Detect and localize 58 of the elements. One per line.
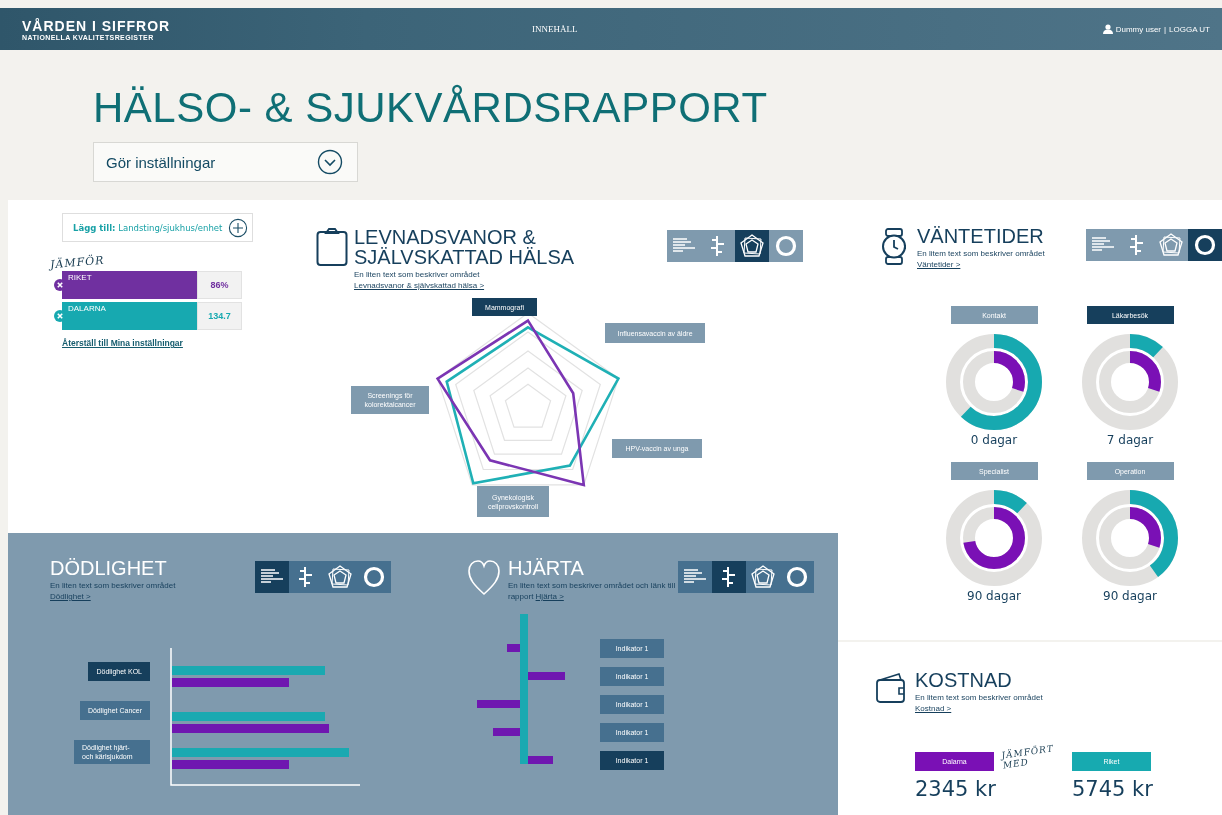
bar <box>493 728 520 736</box>
report-link[interactable]: Dödlighet > <box>50 592 91 601</box>
clipboard-icon <box>316 227 348 267</box>
cost-value: 2345 kr <box>915 777 996 801</box>
bar <box>528 672 565 680</box>
view-toggle-button[interactable] <box>1188 229 1222 261</box>
radar-chart-icon <box>1158 232 1184 258</box>
section-title: DÖDLIGHET <box>50 558 168 578</box>
bar <box>507 644 520 652</box>
comparison-name: DALARNA <box>68 304 106 313</box>
user-name: Dummy user <box>1115 24 1161 34</box>
radar-chart-icon <box>750 564 776 590</box>
page-title: HÄLSO- & SJUKVÅRDSRAPPORT <box>93 86 769 130</box>
radar-chart-icon <box>739 233 765 259</box>
settings-dropdown[interactable]: Gör inställningar <box>93 142 358 182</box>
section-description: En litem text som beskriver området Väntetider > <box>917 248 1046 270</box>
report-link[interactable]: Kostnad > <box>915 704 952 713</box>
cost-value: 5745 kr <box>1071 777 1153 801</box>
logout-link[interactable]: LOGGA UT <box>1169 24 1210 34</box>
section-description: En liten text som beskriver området Dödlighet > <box>50 580 177 602</box>
donut-chart-icon <box>784 564 810 590</box>
plus-icon <box>228 217 249 238</box>
wait-time-value: 90 dagar <box>1103 588 1157 604</box>
section-description: En litem text som beskriver området Kostnad > <box>915 692 1044 714</box>
report-link[interactable]: Hjärta > <box>535 592 564 601</box>
donut-chart-icon <box>773 233 799 259</box>
user-icon <box>1102 24 1113 34</box>
donut-chart-icon <box>1192 232 1218 258</box>
separator: | <box>1164 24 1167 34</box>
handwritten-note: JÄMFÖR <box>49 253 106 272</box>
section-description: En liten text som beskriver området och länk till rapport Hjärta > <box>508 580 677 602</box>
section-title: HJÄRTA <box>508 558 585 578</box>
section-description: En liten text som beskriver området Levnadsvanor & självskattad hälsa > <box>354 269 486 291</box>
report-link[interactable]: Väntetider > <box>917 260 961 269</box>
view-toggle-button[interactable] <box>255 561 289 593</box>
bar <box>477 700 520 708</box>
wait-time-value: 7 dagar <box>1106 432 1154 448</box>
radar-chart-icon <box>327 564 353 590</box>
reset-link[interactable]: Återställ till Mina inställningar <box>62 338 183 348</box>
view-toggle-button[interactable] <box>735 230 769 262</box>
chevron-down-icon <box>317 149 343 175</box>
bar <box>528 756 553 764</box>
section-title: LEVNADSVANOR & SJÄLVSKATTAD HÄLSA <box>354 227 575 267</box>
nav-link[interactable]: INNEHÅLL <box>532 24 578 34</box>
logo-title[interactable]: VÅRDEN I SIFFROR <box>22 17 532 34</box>
heart-icon <box>468 558 500 598</box>
wait-time-value: 0 dagar <box>970 432 1018 448</box>
comparison-value: 86% <box>197 271 242 299</box>
add-unit-button[interactable]: Lägg till: Landsting/sjukhus/enhet <box>62 213 254 242</box>
wait-time-value: 90 dagar <box>967 588 1021 604</box>
section-title: KOSTNAD <box>915 670 1013 690</box>
report-link[interactable]: Levnadsvanor & självskattad hälsa > <box>354 281 485 290</box>
comparison-value: 134.7 <box>197 302 242 330</box>
view-toggle-button[interactable] <box>712 561 746 593</box>
comparison-name: RIKET <box>68 273 92 282</box>
donut-chart-icon <box>361 564 387 590</box>
section-title: VÄNTETIDER <box>917 226 1045 246</box>
remove-icon[interactable] <box>54 279 66 291</box>
